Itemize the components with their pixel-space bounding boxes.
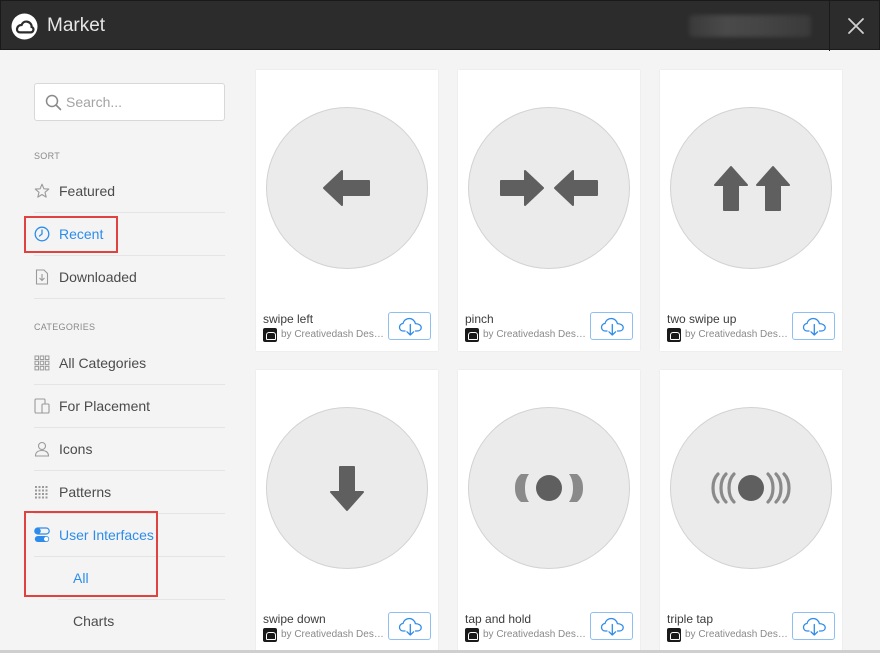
sidebar-item-all-categories[interactable]: All Categories bbox=[34, 342, 225, 385]
download-button[interactable] bbox=[792, 612, 835, 640]
close-icon[interactable] bbox=[837, 7, 875, 45]
asset-title: swipe left bbox=[263, 312, 314, 326]
asset-author: by Creativedash Desig... bbox=[483, 629, 587, 640]
pattern-icon bbox=[35, 486, 48, 499]
highlight-recent bbox=[24, 216, 118, 253]
sidebar-item-label: All Categories bbox=[59, 355, 147, 371]
devices-icon bbox=[34, 398, 50, 414]
sort-section-label: SORT bbox=[34, 151, 61, 161]
sidebar-item-label: For Placement bbox=[59, 398, 151, 414]
asset-thumbnail bbox=[468, 407, 630, 569]
download-file-icon bbox=[35, 269, 49, 285]
download-button[interactable] bbox=[388, 612, 431, 640]
download-button[interactable] bbox=[590, 612, 633, 640]
asset-title: pinch bbox=[465, 312, 494, 326]
author-logo-icon bbox=[263, 328, 277, 342]
author-logo-icon bbox=[263, 628, 277, 642]
cloud-download-icon bbox=[600, 317, 624, 336]
sidebar-item-label: Featured bbox=[59, 183, 116, 199]
search-box[interactable] bbox=[34, 83, 225, 121]
cloud-download-icon bbox=[398, 617, 422, 636]
author-logo-icon bbox=[465, 328, 479, 342]
sidebar-item-featured[interactable]: Featured bbox=[34, 170, 225, 213]
asset-card[interactable]: two swipe up by Creativedash Desig... bbox=[660, 70, 842, 351]
asset-thumbnail bbox=[266, 407, 428, 569]
arrow-down-icon bbox=[330, 466, 364, 511]
cloud-download-icon bbox=[802, 317, 826, 336]
download-button[interactable] bbox=[792, 312, 835, 340]
download-button[interactable] bbox=[388, 312, 431, 340]
categories-section-label: CATEGORIES bbox=[34, 322, 96, 332]
cloud-download-icon bbox=[600, 617, 624, 636]
asset-thumbnail bbox=[266, 107, 428, 269]
author-logo-icon bbox=[667, 328, 681, 342]
asset-thumbnail bbox=[468, 107, 630, 269]
window-title: Market bbox=[47, 15, 106, 36]
asset-card[interactable]: swipe left by Creativedash Desig... bbox=[256, 70, 438, 351]
star-icon bbox=[34, 183, 50, 198]
account-name bbox=[689, 15, 811, 37]
author-logo-icon bbox=[667, 628, 681, 642]
sidebar-item-label: Charts bbox=[73, 613, 115, 629]
sidebar-item-icons[interactable]: Icons bbox=[34, 428, 225, 471]
download-button[interactable] bbox=[590, 312, 633, 340]
search-input[interactable] bbox=[66, 92, 218, 112]
asset-card[interactable]: pinch by Creativedash Desig... bbox=[458, 70, 640, 351]
sidebar-item-patterns[interactable]: Patterns bbox=[34, 471, 225, 514]
cloud-download-icon bbox=[802, 617, 826, 636]
asset-card[interactable]: swipe down by Creativedash Desig... bbox=[256, 370, 438, 651]
sidebar-item-downloaded[interactable]: Downloaded bbox=[34, 256, 225, 299]
asset-title: swipe down bbox=[263, 612, 326, 626]
pinch-arrows-icon bbox=[500, 170, 598, 206]
asset-thumbnail bbox=[670, 407, 832, 569]
title-divider bbox=[829, 1, 830, 51]
asset-grid: swipe left by Creativedash Desig... pinc… bbox=[236, 50, 880, 653]
asset-card[interactable]: triple tap by Creativedash Desig... bbox=[660, 370, 842, 651]
asset-thumbnail bbox=[670, 107, 832, 269]
sidebar-subitem-charts[interactable]: Charts bbox=[58, 600, 225, 643]
triple-tap-icon bbox=[711, 472, 791, 504]
asset-author: by Creativedash Desig... bbox=[685, 629, 789, 640]
asset-card[interactable]: tap and hold by Creativedash Desig... bbox=[458, 370, 640, 651]
asset-author: by Creativedash Desig... bbox=[685, 329, 789, 340]
person-icon bbox=[34, 441, 50, 457]
grid-icon bbox=[34, 355, 50, 371]
sidebar-item-label: Downloaded bbox=[59, 269, 137, 285]
highlight-user-interfaces bbox=[24, 511, 158, 597]
creative-cloud-logo-icon bbox=[11, 13, 38, 40]
author-logo-icon bbox=[465, 628, 479, 642]
asset-title: triple tap bbox=[667, 612, 714, 626]
search-icon bbox=[45, 94, 62, 111]
asset-author: by Creativedash Desig... bbox=[483, 329, 587, 340]
title-bar: Market bbox=[0, 0, 880, 51]
cloud-download-icon bbox=[398, 317, 422, 336]
arrow-left-icon bbox=[323, 170, 370, 206]
asset-author: by Creativedash Desig... bbox=[281, 629, 385, 640]
sidebar-item-label: Patterns bbox=[59, 484, 112, 500]
asset-title: tap and hold bbox=[465, 612, 532, 626]
sidebar-item-for-placement[interactable]: For Placement bbox=[34, 385, 225, 428]
two-arrows-up-icon bbox=[714, 166, 790, 211]
tap-hold-icon bbox=[515, 474, 583, 502]
asset-author: by Creativedash Desig... bbox=[281, 329, 385, 340]
asset-title: two swipe up bbox=[667, 312, 737, 326]
sidebar-item-label: Icons bbox=[59, 441, 93, 457]
